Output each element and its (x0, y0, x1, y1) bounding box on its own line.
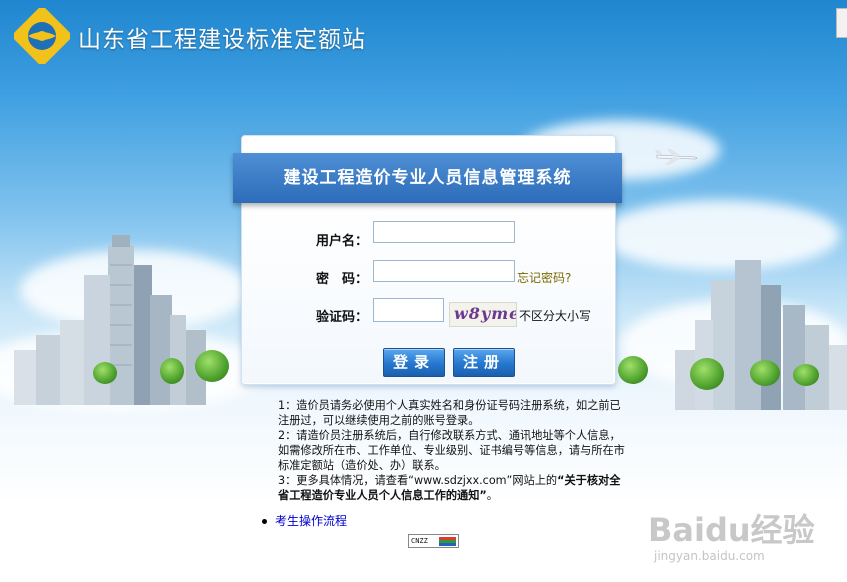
watermark-brand: Baidu经验 (648, 511, 815, 549)
captcha-label: 验证码： (315, 310, 368, 325)
left-city-skyline (14, 235, 206, 405)
forgot-password-link[interactable]: 忘记密码? (517, 269, 571, 286)
notice-item-3: 3：更多具体情况，请查看“www.sdzjxx.com”网站上的“关于核对全省工… (278, 473, 630, 503)
register-button[interactable]: 注册 (453, 348, 515, 377)
notice-item-1: 1：造价员请务必使用个人真实姓名和身份证号码注册系统，如之前已注册过，可以继续使… (278, 399, 621, 427)
username-input[interactable] (373, 221, 515, 243)
password-label: 密 码： (315, 272, 368, 287)
watermark-url: jingyan.baidu.com (654, 549, 765, 563)
notice-item-2: 2：请造价员注册系统后，自行修改联系方式、通讯地址等个人信息，如需修改所在市、工… (278, 429, 625, 472)
site-title: 山东省工程建设标准定额站 (78, 27, 366, 53)
captcha-hint: 不区分大小写 (519, 309, 592, 323)
site-logo-icon (14, 8, 70, 64)
cnzz-counter-badge[interactable]: CNZZ (408, 534, 459, 548)
notice-item-3-suffix: 。 (486, 489, 498, 502)
panel-top-strip (242, 136, 615, 154)
password-input[interactable] (373, 260, 515, 282)
notice-item-3-prefix: 3：更多具体情况，请查看“www.sdzjxx.com”网站上的 (278, 474, 558, 487)
captcha-image[interactable]: w8yme (449, 302, 517, 327)
captcha-input[interactable] (373, 298, 444, 322)
baidu-watermark: Baidu经验 jingyan.baidu.com (648, 505, 838, 575)
cnzz-label: CNZZ (411, 537, 428, 545)
notice-text: 1：造价员请务必使用个人真实姓名和身份证号码注册系统，如之前已注册过，可以继续使… (278, 398, 630, 503)
username-label: 用户名： (315, 234, 368, 249)
exam-process-item: 考生操作流程 (262, 512, 347, 529)
system-title-banner: 建设工程造价专业人员信息管理系统 (233, 153, 622, 203)
login-button[interactable]: 登录 (383, 348, 445, 377)
exam-process-link[interactable]: 考生操作流程 (275, 514, 347, 528)
top-right-tab[interactable] (836, 8, 847, 38)
airplane-icon (655, 149, 698, 165)
system-title: 建设工程造价专业人员信息管理系统 (283, 168, 572, 188)
bullet-dot-icon (262, 519, 267, 524)
captcha-image-text: w8yme (454, 304, 517, 323)
right-city-skyline (675, 260, 847, 410)
